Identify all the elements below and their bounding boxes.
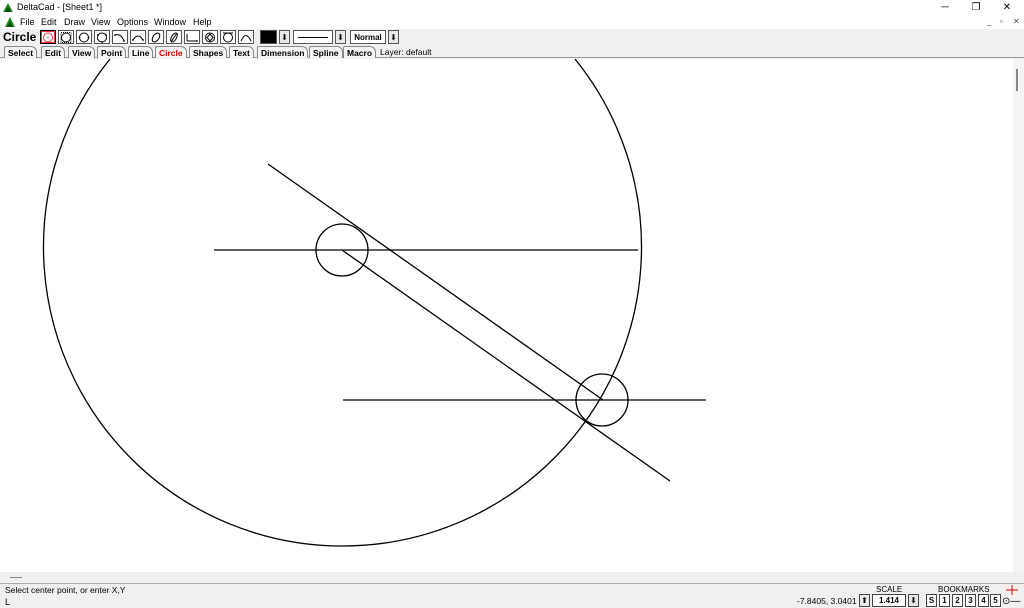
tangent-line-icon xyxy=(186,33,198,42)
diagonal-line-lower xyxy=(341,249,671,482)
deltacad-logo-icon xyxy=(3,3,13,12)
line-style-select[interactable] xyxy=(293,30,333,44)
scale-label: SCALE xyxy=(876,585,903,594)
crosshair-icon xyxy=(1006,585,1018,595)
command-input[interactable]: L xyxy=(5,597,10,607)
window-title: DeltaCad - [Sheet1 *] xyxy=(17,2,103,12)
line-mode-select[interactable]: Normal xyxy=(350,30,386,44)
menu-bar: File Edit Draw View Options Window Help … xyxy=(0,15,1024,29)
line-mode-dropdown-arrow-icon[interactable]: ⬇ xyxy=(388,30,399,44)
circle-concentric-tool[interactable] xyxy=(202,30,218,44)
circle-two-point-icon xyxy=(78,32,90,42)
tab-point[interactable]: Point xyxy=(97,46,127,58)
color-dropdown-arrow-icon[interactable]: ⬇ xyxy=(279,30,290,44)
minimize-button[interactable]: ─ xyxy=(930,0,960,15)
bookmark-4-button[interactable]: 4 xyxy=(978,594,989,607)
tangent-line-tool[interactable] xyxy=(184,30,200,44)
drawing-canvas[interactable] xyxy=(0,59,1013,572)
circle-tangent-tool[interactable] xyxy=(220,30,236,44)
deltacad-window: DeltaCad - [Sheet1 *] ─ ❐ ✕ File Edit Dr… xyxy=(0,0,1024,608)
ellipse-tool[interactable] xyxy=(148,30,164,44)
snap-target-icon[interactable]: ⊙— xyxy=(1002,596,1020,607)
circle-center-icon xyxy=(43,32,53,42)
close-button[interactable]: ✕ xyxy=(992,0,1022,15)
circle-toolbar: Circle ⬇ ⬇ Normal ⬇ xyxy=(0,29,1024,45)
line-style-dropdown-arrow-icon[interactable]: ⬇ xyxy=(335,30,346,44)
document-logo-icon xyxy=(5,17,15,27)
menu-file[interactable]: File xyxy=(20,17,35,27)
menu-options[interactable]: Options xyxy=(117,17,148,27)
circle-tangent-icon xyxy=(223,32,233,42)
horizontal-scroll-area[interactable] xyxy=(0,572,1013,583)
ellipse-icon xyxy=(151,32,161,42)
tool-tabs: Select Edit View Point Line Circle Shape… xyxy=(0,45,1024,58)
scale-down-arrow-icon[interactable]: ⬇ xyxy=(908,594,919,607)
tab-dimension[interactable]: Dimension xyxy=(257,46,309,58)
arc-tangent-tool[interactable] xyxy=(238,30,254,44)
menu-view[interactable]: View xyxy=(91,17,110,27)
circle-center-radius-tool[interactable] xyxy=(40,30,56,44)
circle-two-point-tool[interactable] xyxy=(76,30,92,44)
slanted-ellipse-icon xyxy=(170,31,178,43)
arc-start-end-tool[interactable] xyxy=(112,30,128,44)
menu-window[interactable]: Window xyxy=(154,17,186,27)
doc-restore-button[interactable]: ▫ xyxy=(1000,17,1003,26)
tool-title: Circle xyxy=(3,30,37,44)
arc-three-point-tool[interactable] xyxy=(130,30,146,44)
scale-value[interactable]: 1.414 xyxy=(872,594,906,607)
horizontal-scroll-thumb[interactable] xyxy=(10,577,22,578)
tab-spline[interactable]: Spline xyxy=(309,46,343,58)
doc-minimize-button[interactable]: _ xyxy=(987,17,991,26)
concentric-circle-icon xyxy=(205,32,215,42)
bookmarks-label: BOOKMARKS xyxy=(938,585,990,594)
color-picker[interactable] xyxy=(260,30,277,44)
bookmark-5-button[interactable]: 5 xyxy=(990,594,1001,607)
cursor-coordinates: -7.8405, 3.0401 xyxy=(797,596,857,606)
arc-icon xyxy=(114,33,125,42)
arc-three-point-icon xyxy=(132,35,144,41)
vertical-scroll-thumb[interactable] xyxy=(1016,69,1018,91)
diagonal-line-upper xyxy=(267,163,604,401)
bookmark-1-button[interactable]: 1 xyxy=(939,594,950,607)
tab-edit[interactable]: Edit xyxy=(41,46,66,58)
tab-macro[interactable]: Macro xyxy=(343,46,377,58)
menu-draw[interactable]: Draw xyxy=(64,17,85,27)
menu-edit[interactable]: Edit xyxy=(41,17,57,27)
tab-view[interactable]: View xyxy=(68,46,96,58)
command-prompt: Select center point, or enter X,Y xyxy=(5,585,126,595)
scale-up-arrow-icon[interactable]: ⬆ xyxy=(859,594,870,607)
circle-box-tool[interactable] xyxy=(58,30,74,44)
large-circle xyxy=(42,59,643,547)
tab-circle[interactable]: Circle xyxy=(155,46,187,58)
circle-in-square-icon xyxy=(60,31,72,43)
tab-text[interactable]: Text xyxy=(229,46,254,58)
tab-select[interactable]: Select xyxy=(4,46,38,58)
restore-button[interactable]: ❐ xyxy=(961,0,991,15)
menu-help[interactable]: Help xyxy=(193,17,212,27)
current-layer-label: Layer: default xyxy=(380,47,432,57)
arc-tangent-icon xyxy=(240,34,252,41)
bookmark-2-button[interactable]: 2 xyxy=(952,594,963,607)
ellipse-box-tool[interactable] xyxy=(166,30,182,44)
drawing-svg xyxy=(42,59,706,547)
circle-three-point-tool[interactable] xyxy=(94,30,110,44)
tab-shapes[interactable]: Shapes xyxy=(189,46,228,58)
circle-three-point-icon xyxy=(97,32,107,43)
title-bar: DeltaCad - [Sheet1 *] ─ ❐ ✕ xyxy=(0,0,1024,15)
bookmark-save-button[interactable]: S xyxy=(926,594,937,607)
bookmark-3-button[interactable]: 3 xyxy=(965,594,976,607)
vertical-scrollbar[interactable] xyxy=(1013,59,1024,572)
status-bar: Select center point, or enter X,Y L -7.8… xyxy=(0,583,1024,608)
doc-close-button[interactable]: ✕ xyxy=(1013,17,1020,26)
tab-line[interactable]: Line xyxy=(128,46,154,58)
